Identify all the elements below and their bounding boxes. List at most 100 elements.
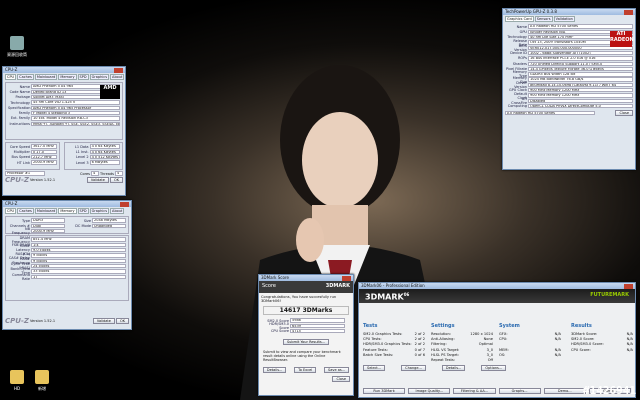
field-label: DC Mode [75,223,91,228]
tab-about[interactable]: About [110,74,125,80]
field-value: 9 clocks [31,258,126,264]
demo-button[interactable]: Demo... [543,388,586,394]
field-value: 24 clocks [31,263,126,269]
field-value: x 17.0 [31,149,57,155]
tab-graphics[interactable]: Graphics [89,208,110,214]
panel-row: Repeat Tests: Off [431,358,493,363]
tab-spd[interactable]: SPD [77,208,89,214]
save-as-button[interactable]: Save as... [324,366,350,373]
field-label: Bus Speed [11,155,30,160]
window-title: 3DMark06 - Professional Edition [361,283,425,288]
field-value: Unganged [92,223,126,229]
tab-caches[interactable]: Caches [17,208,34,214]
tab-about[interactable]: About [110,208,125,214]
tab-memory[interactable]: Memory [58,74,77,80]
to-excel-button[interactable]: To Excel [294,366,317,373]
tab-memory[interactable]: Memory [58,208,77,214]
field-row: Level 24 x 512 KBytes [65,155,122,160]
run-3dmark-button[interactable]: Run 3DMark [363,388,406,394]
ok-button[interactable]: OK [115,318,129,324]
field-row: CPU Score 4715 [265,329,347,334]
details-button[interactable]: Details... [262,366,287,373]
validate-button[interactable]: Validate [86,177,109,184]
field-value: 6539 [290,323,345,329]
image-quality-button[interactable]: Image Quality... [408,388,451,394]
filtering-aa-button[interactable]: Filtering & AA... [453,388,496,394]
cpuz-cpu-window[interactable]: CPU-Z CPU Caches Mainboard Memory SPD Graphic… [2,66,126,196]
ok-button[interactable]: OK [109,177,123,184]
field-value: 5986 [290,318,345,323]
tab-validation[interactable]: Validation [553,16,575,22]
tab-mainboard[interactable]: Mainboard [34,74,58,80]
field-label: Level 3 [75,160,89,165]
tab-spd[interactable]: SPD [77,74,89,80]
select-button[interactable]: Select... [363,365,386,371]
recycle-bin-icon[interactable]: 資源回收筒 [3,36,31,58]
gpuz-window[interactable]: TechPowerUp GPU-Z 0.3.8 Graphics Card Sen… [502,8,636,170]
close-icon[interactable] [624,9,633,15]
field-value: AMD Phenom II X4 965 Processor [31,105,120,111]
field-value: 2048 MBytes [92,218,126,223]
field-value: 1002 - 68B8 Subvendor ATI (1002) [528,50,633,56]
field-label: GPU [519,29,527,34]
gpu-select[interactable]: ATI Radeon HD 5700 Series [505,110,595,115]
field-label: ROPs [517,56,527,61]
cpuz-memory-window[interactable]: CPU-Z CPU Caches Mainboard Memory SPD Graphic… [2,200,132,330]
field-row: Instructions MMX(+), 3DNow!(+), SSE, SSE2… [6,121,122,126]
3dmark06-window[interactable]: 3DMark06 - Professional Edition 3DMARK06… [358,282,636,398]
panel-heading: Settings [431,323,455,329]
field-label: Level 2 [75,155,89,160]
panel-heading: Results [571,323,592,329]
tab-graphics[interactable]: Graphics [89,74,110,80]
field-value: 4 x 64 KBytes [89,144,120,149]
field-label: L1 Inst. [75,149,89,154]
field-value: 900 MHz Memory 1200 MHz [528,93,633,98]
validate-button[interactable]: Validate [92,318,115,324]
field-label: Ext. Family [10,116,30,121]
tab-mainboard[interactable]: Mainboard [34,208,58,214]
panel-system: System GFX: N/A CPU: N/A MEM: N/A OS: N/A [499,323,561,358]
tab-cpu[interactable]: CPU [5,208,17,214]
close-button[interactable]: Close [615,109,633,116]
graphs-button[interactable]: Graphs... [498,388,541,394]
panel-value: Off [487,357,493,362]
field-label: HT Link [16,160,30,165]
field-label: Instructions [9,121,30,126]
field-label: Device ID [510,51,527,56]
panel-settings: Settings Resolution: 1280 x 1024 Anti-Alias… [431,323,493,363]
panel-results: Results 3DMark Score: N/A SM2.0 Score: N/A HD… [571,323,633,353]
close-icon[interactable] [120,201,129,207]
field-row: Computing OpenCL CUDA PhysX DirectCompute… [503,103,635,109]
tab-caches[interactable]: Caches [17,74,34,80]
close-button[interactable]: Close [332,375,350,382]
window-title: CPU-Z [5,201,18,206]
field-value: MMX(+), 3DNow!(+), SSE, SSE2, SSE3, SSE4… [31,121,120,126]
close-icon[interactable] [624,283,633,289]
submit-results-button[interactable]: Submit Your Results... [282,338,330,345]
details-button[interactable]: Details... [441,365,466,371]
tab-bar[interactable]: Graphics Card Sensors Validation [503,15,635,23]
field-value: DDR3 [31,218,65,223]
field-label: Name [19,84,30,89]
tab-cpu[interactable]: CPU [5,74,17,80]
options-button[interactable]: Options... [481,365,507,371]
score-window[interactable]: 3DMark Score Score 3DMARK Congratulations… [258,274,354,396]
tab-bar[interactable]: CPU Caches Mainboard Memory SPD Graphics About [3,207,131,215]
folder-icon[interactable]: HD [3,370,31,391]
close-icon[interactable] [342,275,351,281]
field-value: 45 nm Core VID 1.425 V [31,100,120,105]
3dmark-version: 06 [403,292,410,297]
field-label: CPU Score [270,329,289,334]
processor-select[interactable]: Processor #1 [5,171,45,176]
field-value: 4 x 64 KBytes [89,149,120,155]
window-title: TechPowerUp GPU-Z 0.3.8 [505,9,557,14]
field-label: Name [516,24,527,29]
field-value: 720 Unified DirectX Support 11.0 / SM5.0 [528,61,633,66]
folder-icon[interactable]: 新增 [28,370,56,392]
close-icon[interactable] [114,67,123,73]
change-button[interactable]: Change... [401,365,426,371]
tab-sensors[interactable]: Sensors [534,16,553,22]
tab-graphics-card[interactable]: Graphics Card [505,16,534,22]
tab-bar[interactable]: CPU Caches Mainboard Memory SPD Graphics About [3,73,125,81]
panel-row: OS: N/A [499,353,561,358]
